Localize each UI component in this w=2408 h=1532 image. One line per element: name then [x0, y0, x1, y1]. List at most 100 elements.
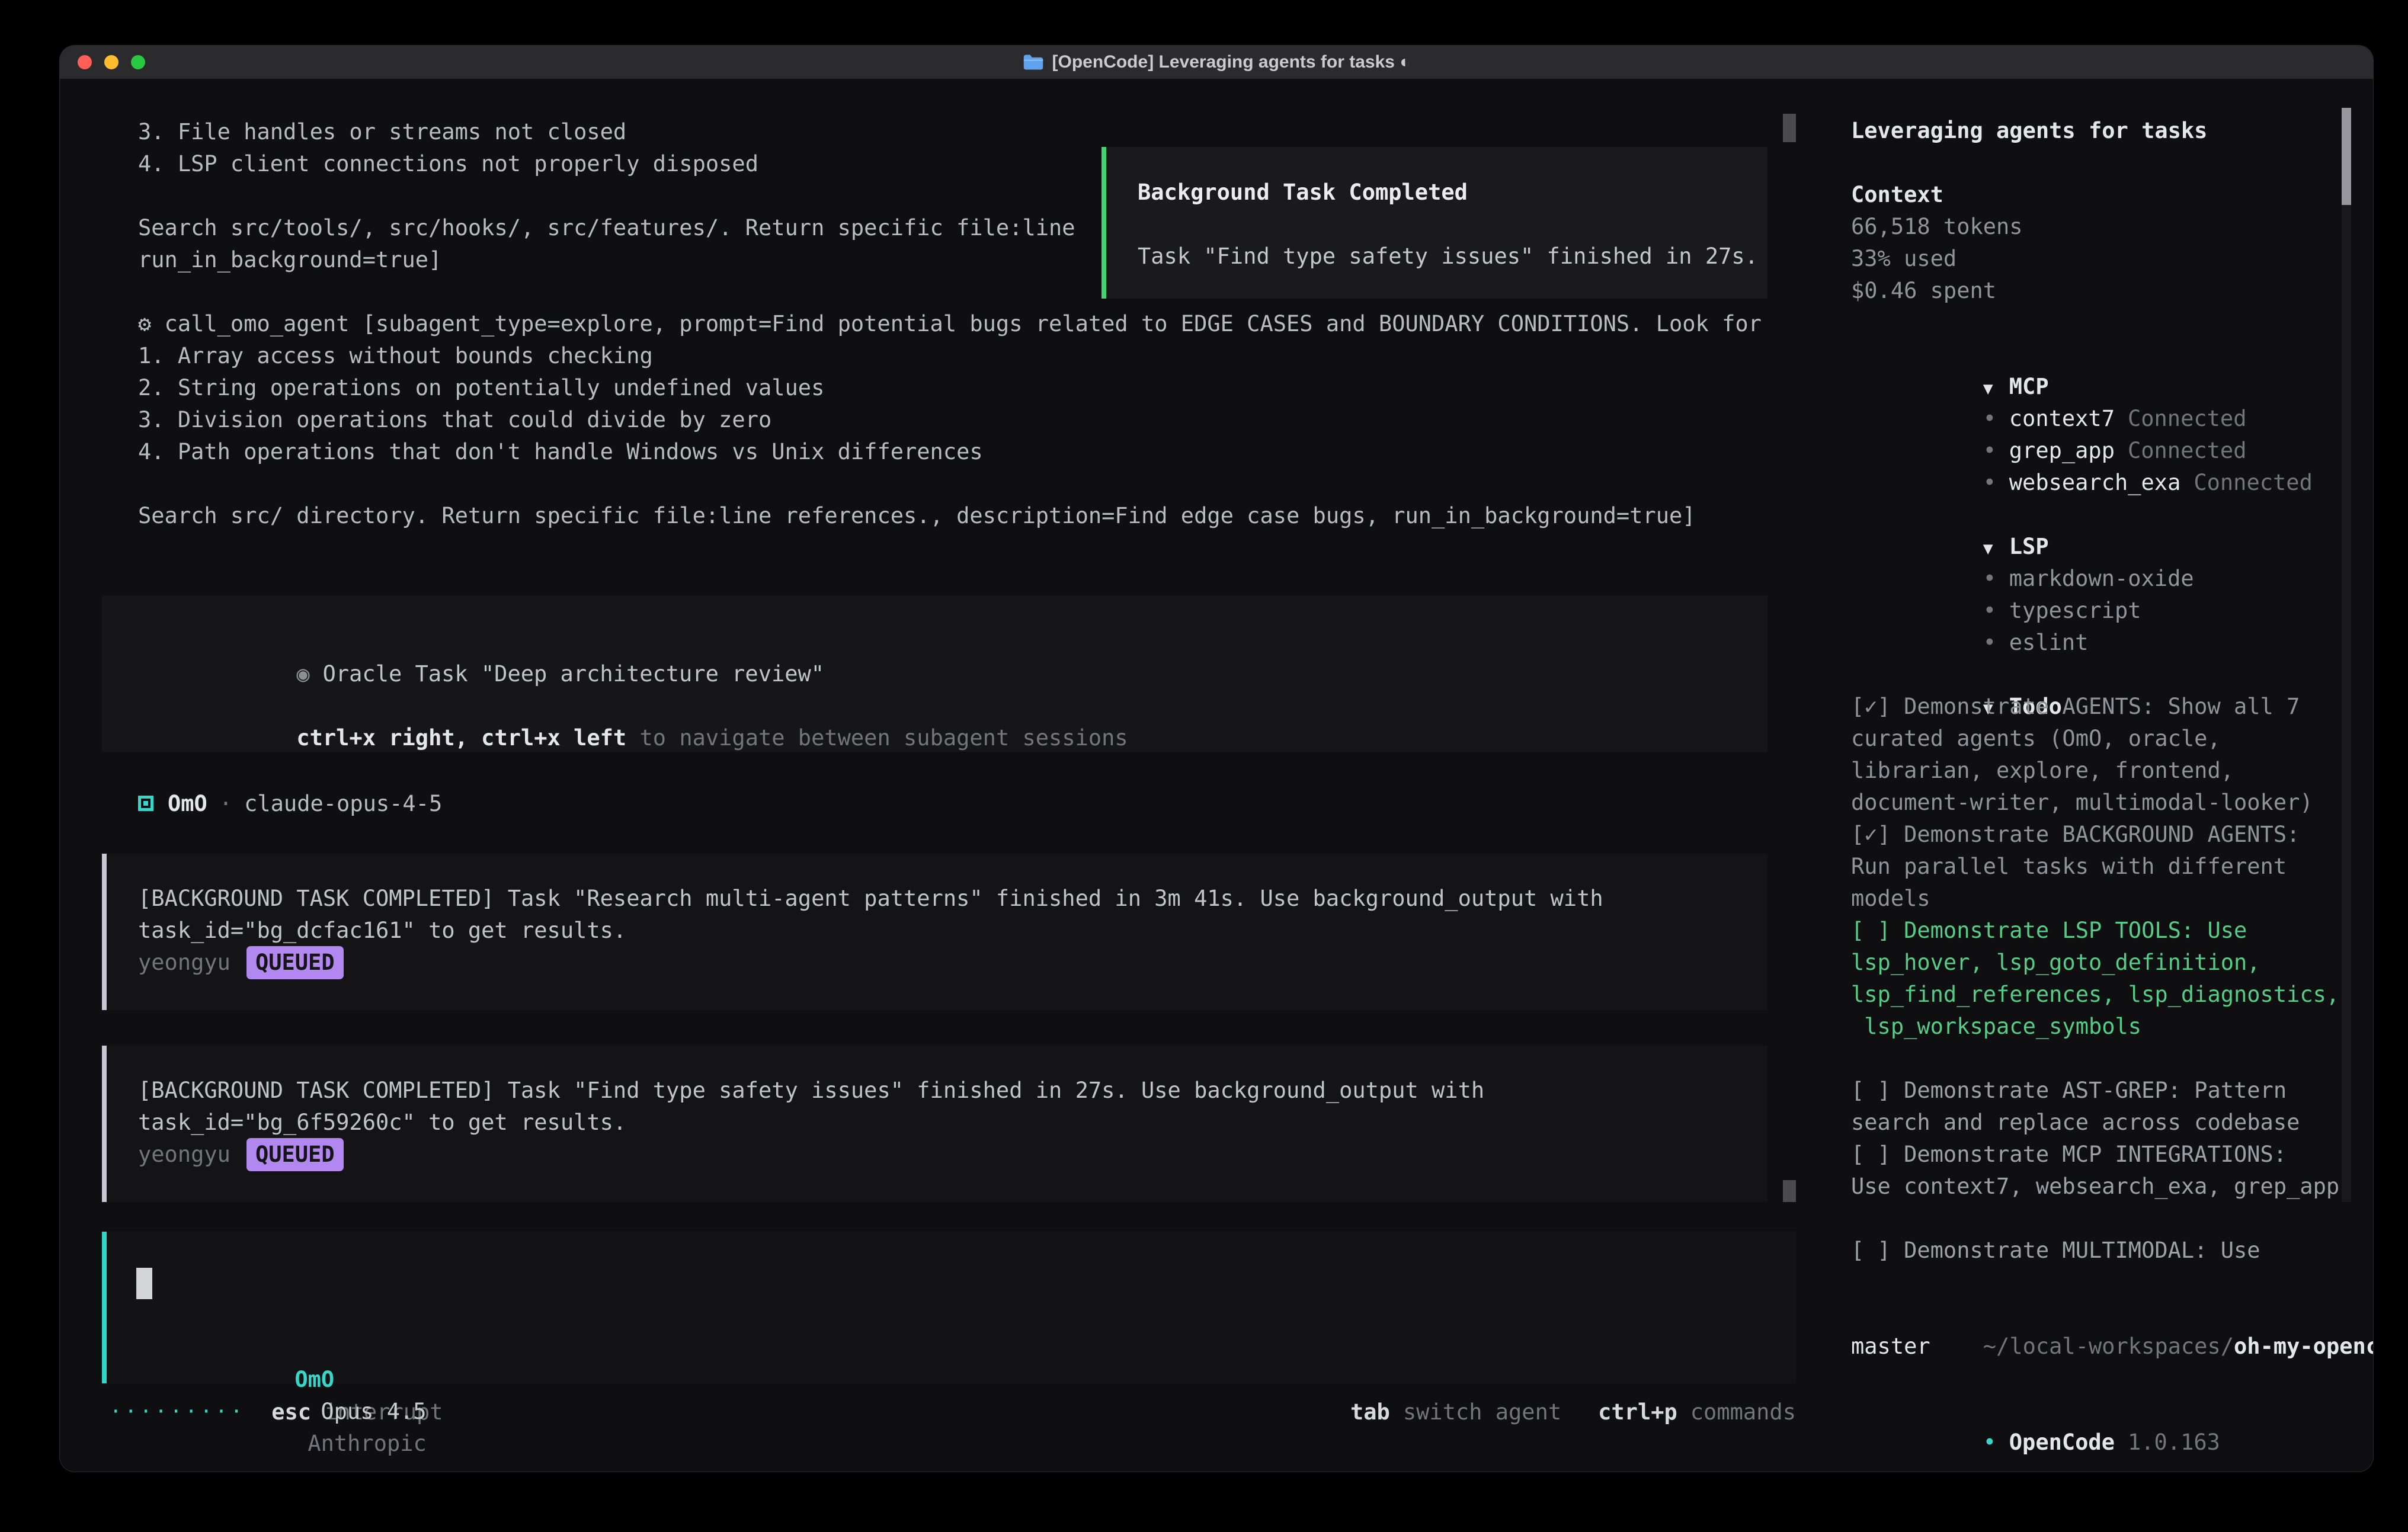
bullet-icon: • — [1983, 467, 2009, 499]
chat-pane: 3. File handles or streams not closed 4.… — [60, 80, 1826, 1472]
queued-badge: QUEUED — [246, 1138, 344, 1171]
scrollback-line: 3. Division operations that could divide… — [138, 404, 1762, 436]
mcp-heading: MCP — [2009, 374, 2049, 399]
lsp-name: markdown-oxide — [2009, 566, 2194, 591]
scrollback-line: Search src/ directory. Return specific f… — [138, 500, 1762, 532]
workspace-path: ~/local-workspaces/oh-my-opencode: — [1851, 1299, 2373, 1331]
todo-line: [ ] Demonstrate LSP TOOLS: Use — [1851, 915, 2373, 947]
agent-model: claude-opus-4-5 — [244, 791, 442, 816]
queued-badge: QUEUED — [246, 946, 344, 979]
message-author: yeongyu — [138, 1139, 230, 1171]
lsp-name: typescript — [2009, 598, 2141, 623]
oracle-nav-hint: ctrl+x right, ctrl+x left to navigate be… — [138, 690, 1767, 722]
mcp-name: websearch_exa — [2009, 470, 2181, 495]
chat-scrollbar[interactable] — [1783, 114, 1796, 1202]
scrollback-line-tool-call: ⚙ call_omo_agent [subagent_type=explore,… — [138, 308, 1762, 340]
commands-key-label: commands — [1690, 1399, 1796, 1425]
todo-line: document-writer, multimodal-looker) — [1851, 787, 2373, 819]
bullet-icon: • — [1983, 563, 2009, 595]
context-used: 33% used — [1851, 243, 2373, 275]
workspace-path-prefix: ~/local-workspaces/ — [1983, 1334, 2234, 1359]
window-title-text: [OpenCode] Leveraging agents for tasks ◐ — [1052, 52, 1411, 72]
mcp-status: Connected — [2194, 470, 2312, 495]
mcp-name: grep_app — [2009, 438, 2115, 463]
agent-icon — [138, 796, 153, 811]
sidebar: Leveraging agents for tasks Context 66,5… — [1826, 80, 2373, 1472]
message-card: [BACKGROUND TASK COMPLETED] Task "Resear… — [102, 854, 1767, 1010]
tab-key-label: switch agent — [1403, 1399, 1561, 1425]
mcp-section-header[interactable]: ▼MCP — [1851, 339, 2373, 371]
scrollback-line: 2. String operations on potentially unde… — [138, 372, 1762, 404]
mcp-name: context7 — [2009, 406, 2115, 431]
input-meta: OmO Opus 4.5 Anthropic — [136, 1332, 427, 1364]
todo-line: [✓] Demonstrate AGENTS: Show all 7 — [1851, 691, 2373, 723]
oracle-task-label: Oracle Task "Deep architecture review" — [323, 661, 824, 687]
separator-dot: · — [219, 791, 232, 816]
message-line: task_id="bg_6f59260c" to get results. — [138, 1107, 1767, 1139]
scrollback-line — [138, 468, 1762, 500]
commands-key-hint: ctrl+p — [1598, 1399, 1677, 1425]
agent-header: OmO · claude-opus-4-5 — [138, 787, 442, 819]
todo-line: [ ] Demonstrate MULTIMODAL: Use — [1851, 1235, 2373, 1267]
bullet-icon: • — [1983, 1427, 2009, 1459]
sidebar-scrollbar[interactable] — [2342, 108, 2351, 1202]
oracle-task-title: ◉Oracle Task "Deep architecture review" — [138, 626, 1767, 658]
chat-scrollbar-thumb-bottom[interactable] — [1783, 1180, 1796, 1202]
todo-line: lsp_hover, lsp_goto_definition, — [1851, 947, 2373, 979]
window-content: 3. File handles or streams not closed 4.… — [60, 80, 2373, 1472]
oracle-task-panel: ◉Oracle Task "Deep architecture review" … — [102, 595, 1767, 752]
input-model: Opus 4.5 — [321, 1399, 426, 1424]
app-name: OpenCode — [2009, 1430, 2115, 1455]
message-author: yeongyu — [138, 947, 230, 979]
agent-name: OmO — [168, 791, 207, 816]
bullet-icon: • — [1983, 595, 2009, 627]
oracle-nav-text: to navigate between subagent sessions — [626, 725, 1128, 751]
message-line: [BACKGROUND TASK COMPLETED] Task "Find t… — [138, 1075, 1767, 1107]
desktop: [OpenCode] Leveraging agents for tasks ◐… — [0, 0, 2408, 1532]
notification-body: Task "Find type safety issues" finished … — [1138, 241, 1767, 273]
todo-line: lsp_workspace_symbols — [1851, 1011, 2373, 1043]
text-cursor — [136, 1268, 152, 1299]
window-title: [OpenCode] Leveraging agents for tasks ◐ — [60, 46, 2373, 79]
lsp-heading: LSP — [2009, 534, 2049, 559]
mcp-status: Connected — [2128, 406, 2246, 431]
todo-line: Use context7, websearch_exa, grep_app — [1851, 1171, 2373, 1203]
folder-icon — [1023, 54, 1044, 70]
terminal-window: [OpenCode] Leveraging agents for tasks ◐… — [59, 45, 2374, 1472]
fisheye-icon: ◉ — [296, 661, 309, 687]
chevron-down-icon: ▼ — [1983, 533, 2009, 565]
input-agent-name: OmO — [294, 1367, 334, 1392]
context-spent: $0.46 spent — [1851, 275, 2373, 307]
version-line: •OpenCode1.0.163 — [1851, 1395, 2373, 1427]
todo-line: curated agents (OmO, oracle, — [1851, 723, 2373, 755]
workspace-repo: oh-my-opencode: — [2234, 1334, 2373, 1359]
message-line: task_id="bg_dcfac161" to get results. — [138, 915, 1767, 947]
scrollback-line: 1. Array access without bounds checking — [138, 340, 1762, 372]
todo-line: [✓] Demonstrate BACKGROUND AGENTS: — [1851, 819, 2373, 851]
chevron-down-icon: ▼ — [1983, 373, 2009, 405]
titlebar[interactable]: [OpenCode] Leveraging agents for tasks ◐ — [60, 46, 2373, 80]
lsp-name: eslint — [2009, 630, 2089, 655]
notification-toast: Background Task Completed Task "Find typ… — [1101, 147, 1767, 299]
todo-line: lsp_find_references, lsp_diagnostics, — [1851, 979, 2373, 1011]
todo-line: [ ] Demonstrate MCP INTEGRATIONS: — [1851, 1139, 2373, 1171]
chat-scrollbar-thumb-top[interactable] — [1783, 114, 1796, 142]
todo-line: models — [1851, 883, 2373, 915]
bullet-icon: • — [1983, 627, 2009, 659]
context-tokens: 66,518 tokens — [1851, 211, 2373, 243]
todo-line: Run parallel tasks with different — [1851, 851, 2373, 883]
todo-line: librarian, explore, frontend, — [1851, 755, 2373, 787]
todo-line: [ ] Demonstrate AST-GREP: Pattern — [1851, 1075, 2373, 1107]
message-meta: yeongyu QUEUED — [138, 947, 1767, 979]
input-provider: Anthropic — [308, 1431, 426, 1456]
bullet-icon: • — [1983, 403, 2009, 435]
app-version: 1.0.163 — [2128, 1430, 2220, 1455]
context-heading: Context — [1851, 179, 2373, 211]
scrollback-line: 4. Path operations that don't handle Win… — [138, 436, 1762, 468]
scrollback-line: 3. File handles or streams not closed — [138, 116, 1762, 148]
message-card: [BACKGROUND TASK COMPLETED] Task "Find t… — [102, 1046, 1767, 1202]
sidebar-scrollbar-thumb[interactable] — [2342, 108, 2351, 205]
bullet-icon: • — [1983, 435, 2009, 467]
session-title: Leveraging agents for tasks — [1851, 115, 2373, 147]
prompt-input[interactable]: OmO Opus 4.5 Anthropic — [102, 1232, 1796, 1383]
